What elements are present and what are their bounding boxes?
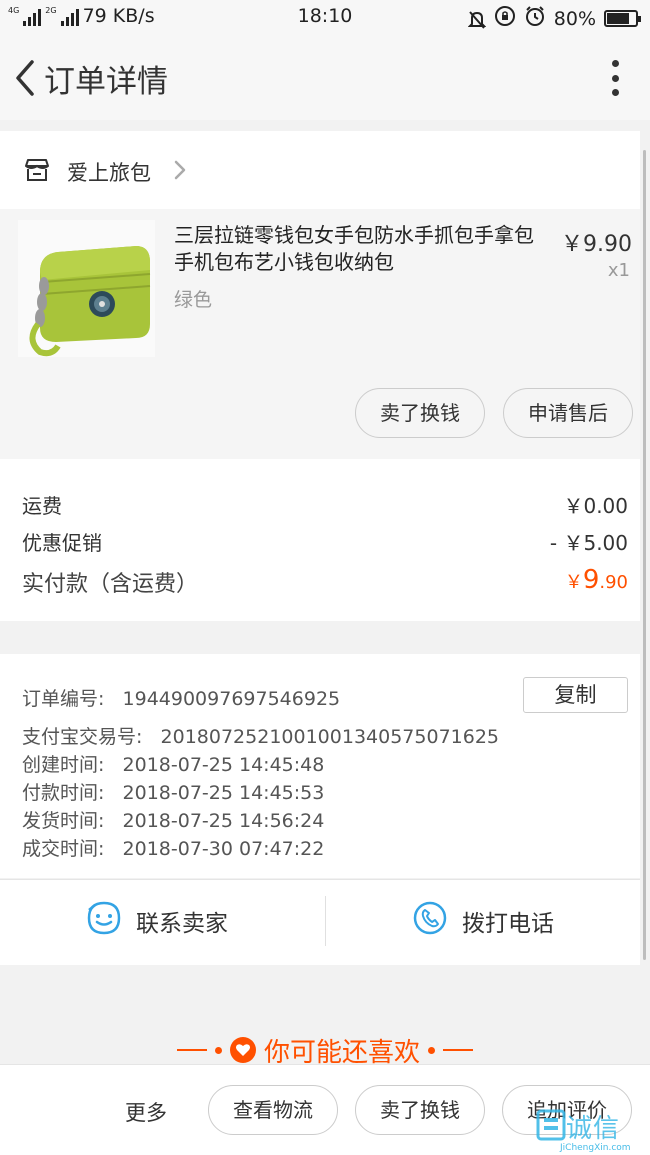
paid-currency: ￥ (564, 572, 583, 593)
sell-for-cash-bottom-button[interactable]: 卖了换钱 (355, 1085, 485, 1135)
call-label: 拨打电话 (462, 911, 554, 937)
status-bar: 4G 2G 79 KB/s 18:10 80% (0, 0, 650, 34)
sell-for-cash-button[interactable]: 卖了换钱 (355, 388, 485, 438)
contact-divider (325, 896, 326, 946)
order-number: 194490097697546925 (122, 688, 341, 710)
heart-icon (229, 1037, 256, 1063)
shipping-label: 运费 (22, 494, 62, 518)
copy-button[interactable]: 复制 (523, 677, 628, 713)
back-arrow-icon[interactable] (10, 58, 40, 98)
status-right: 80% (467, 5, 641, 32)
left-line-decoration (176, 1049, 207, 1051)
battery-percent: 80% (553, 7, 596, 30)
watermark-subtext: JiChengXin.com (560, 1143, 631, 1153)
alarm-icon (524, 5, 546, 32)
paid-row: 付款时间: 2018-07-25 14:45:53 (22, 778, 324, 805)
paid-decimal: .90 (599, 572, 628, 593)
left-dot-decoration (214, 1046, 222, 1054)
completed-row: 成交时间: 2018-07-30 07:47:22 (22, 834, 324, 861)
mute-icon (467, 10, 487, 29)
paid-amount-value: ￥9.90 (565, 565, 628, 595)
more-button[interactable]: 更多 (125, 1097, 167, 1127)
alipay-row: 支付宝交易号: 2018072521001001340575071625 (22, 722, 499, 749)
shipping-value: ￥0.00 (563, 494, 628, 518)
paid-time-label: 付款时间: (22, 782, 105, 804)
view-logistics-button[interactable]: 查看物流 (208, 1085, 338, 1135)
watermark-text: 诚信 (566, 1114, 621, 1144)
right-dot-decoration (428, 1046, 435, 1054)
right-line-decoration (443, 1049, 473, 1051)
store-icon (24, 158, 50, 182)
shipped-row: 发货时间: 2018-07-25 14:56:24 (22, 806, 324, 833)
battery-icon (604, 10, 641, 27)
product-price: ￥9.90 (561, 232, 632, 257)
product-title[interactable]: 三层拉链零钱包女手包防水手抓包手拿包手机包布艺小钱包收纳包 (174, 222, 550, 276)
product-quantity: x1 (607, 260, 630, 281)
page-title: 订单详情 (44, 64, 168, 100)
alipay-label: 支付宝交易号: (22, 726, 143, 748)
call-button[interactable]: 拨打电话 (412, 900, 554, 942)
battery-level (607, 13, 630, 24)
shop-name[interactable]: 爱上旅包 (67, 157, 151, 187)
chevron-right-icon[interactable] (173, 159, 187, 181)
completed-label: 成交时间: (22, 838, 105, 860)
lock-rotation-icon (494, 5, 516, 32)
paid-integer: 9 (582, 565, 600, 595)
scrollbar[interactable] (643, 150, 646, 960)
product-variant: 绿色 (174, 289, 213, 311)
chat-bubble-icon (86, 900, 122, 942)
recommend-title: 你可能还喜欢 (263, 1037, 420, 1068)
recommend-header: 你可能还喜欢 (0, 1028, 650, 1069)
phone-icon (412, 900, 448, 942)
discount-label: 优惠促销 (22, 531, 102, 555)
after-sale-button[interactable]: 申请售后 (503, 388, 633, 438)
shipped-label: 发货时间: (22, 810, 105, 832)
paid-amount-label: 实付款（含运费） (22, 572, 199, 597)
paid-time: 2018-07-25 14:45:53 (122, 782, 325, 804)
order-number-label: 订单编号: (22, 688, 105, 710)
alipay-number: 2018072521001001340575071625 (160, 726, 500, 748)
nav-bar: 订单详情 (0, 34, 650, 120)
discount-value: - ￥5.00 (549, 531, 628, 555)
completed-time: 2018-07-30 07:47:22 (122, 838, 325, 860)
contact-seller-button[interactable]: 联系卖家 (86, 900, 228, 942)
contact-seller-label: 联系卖家 (136, 911, 228, 937)
product-image[interactable] (18, 220, 155, 357)
shipped-time: 2018-07-25 14:56:24 (122, 810, 325, 832)
order-number-row: 订单编号: 194490097697546925 (22, 684, 340, 711)
created-time: 2018-07-25 14:45:48 (122, 754, 325, 776)
more-vertical-icon[interactable] (610, 60, 620, 96)
created-row: 创建时间: 2018-07-25 14:45:48 (22, 750, 324, 777)
created-label: 创建时间: (22, 754, 105, 776)
